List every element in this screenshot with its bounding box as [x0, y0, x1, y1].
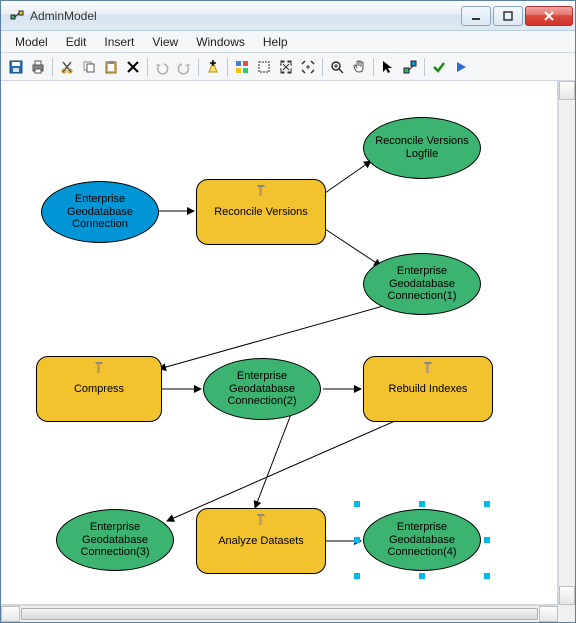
menu-model[interactable]: Model	[7, 33, 56, 51]
node-logfile[interactable]: Reconcile Versions Logfile	[363, 117, 481, 179]
close-button[interactable]	[525, 6, 573, 26]
menubar: Model Edit Insert View Windows Help	[1, 31, 575, 53]
app-icon	[9, 8, 25, 24]
node-label: Enterprise Geodatabase Connection(1)	[370, 265, 474, 303]
node-reconcile-versions[interactable]: Reconcile Versions	[196, 179, 326, 245]
node-input[interactable]: Enterprise Geodatabase Connection	[41, 181, 159, 243]
tool-icon	[256, 183, 266, 201]
horizontal-scrollbar[interactable]	[1, 605, 558, 622]
selection-handle[interactable]	[484, 501, 490, 507]
window-title: AdminModel	[30, 9, 461, 23]
minimize-button[interactable]	[461, 6, 491, 26]
full-extent-button[interactable]	[253, 56, 275, 78]
validate-button[interactable]	[428, 56, 450, 78]
fixed-zoom-out-button[interactable]	[297, 56, 319, 78]
node-label: Enterprise Geodatabase Connection(3)	[63, 521, 167, 559]
select-button[interactable]	[377, 56, 399, 78]
menu-help[interactable]: Help	[255, 33, 296, 51]
menu-edit[interactable]: Edit	[58, 33, 95, 51]
cut-button[interactable]	[56, 56, 78, 78]
menu-windows[interactable]: Windows	[188, 33, 253, 51]
node-label: Reconcile Versions	[214, 206, 308, 219]
selection-handle[interactable]	[419, 573, 425, 579]
connect-button[interactable]	[399, 56, 421, 78]
node-label: Enterprise Geodatabase Connection(2)	[210, 370, 314, 408]
fixed-zoom-in-button[interactable]	[275, 56, 297, 78]
selection-handle[interactable]	[354, 537, 360, 543]
scroll-corner	[558, 605, 575, 622]
selection-handle[interactable]	[354, 573, 360, 579]
node-rebuild-indexes[interactable]: Rebuild Indexes	[363, 356, 493, 422]
selection-handle[interactable]	[354, 501, 360, 507]
selection-handle[interactable]	[484, 573, 490, 579]
tool-icon	[256, 512, 266, 530]
node-label: Reconcile Versions Logfile	[370, 135, 474, 160]
app-window: AdminModel Model Edit Insert View Window…	[0, 0, 576, 623]
node-label: Enterprise Geodatabase Connection	[48, 193, 152, 231]
node-label: Enterprise Geodatabase Connection(4)	[370, 521, 474, 559]
delete-button[interactable]	[122, 56, 144, 78]
tool-icon	[94, 360, 104, 378]
save-button[interactable]	[5, 56, 27, 78]
node-conn4[interactable]: Enterprise Geodatabase Connection(4)	[363, 509, 481, 571]
tool-icon	[423, 360, 433, 378]
auto-layout-button[interactable]	[231, 56, 253, 78]
toolbar	[1, 53, 575, 81]
node-conn2[interactable]: Enterprise Geodatabase Connection(2)	[203, 358, 321, 420]
undo-button[interactable]	[151, 56, 173, 78]
model-canvas[interactable]: Enterprise Geodatabase Connection Reconc…	[1, 81, 557, 604]
node-label: Compress	[74, 383, 124, 396]
menu-view[interactable]: View	[144, 33, 186, 51]
menu-insert[interactable]: Insert	[96, 33, 142, 51]
paste-button[interactable]	[100, 56, 122, 78]
redo-button[interactable]	[173, 56, 195, 78]
zoom-in-button[interactable]	[326, 56, 348, 78]
maximize-button[interactable]	[493, 6, 523, 26]
node-label: Analyze Datasets	[218, 535, 304, 548]
copy-button[interactable]	[78, 56, 100, 78]
node-conn3[interactable]: Enterprise Geodatabase Connection(3)	[56, 509, 174, 571]
node-label: Rebuild Indexes	[389, 383, 468, 396]
vertical-scrollbar[interactable]	[558, 81, 575, 605]
titlebar[interactable]: AdminModel	[1, 1, 575, 31]
selection-handle[interactable]	[419, 501, 425, 507]
node-analyze-datasets[interactable]: Analyze Datasets	[196, 508, 326, 574]
node-conn1[interactable]: Enterprise Geodatabase Connection(1)	[363, 253, 481, 315]
run-button[interactable]	[450, 56, 472, 78]
pan-button[interactable]	[348, 56, 370, 78]
selection-handle[interactable]	[484, 537, 490, 543]
add-data-button[interactable]	[202, 56, 224, 78]
print-button[interactable]	[27, 56, 49, 78]
node-compress[interactable]: Compress	[36, 356, 162, 422]
